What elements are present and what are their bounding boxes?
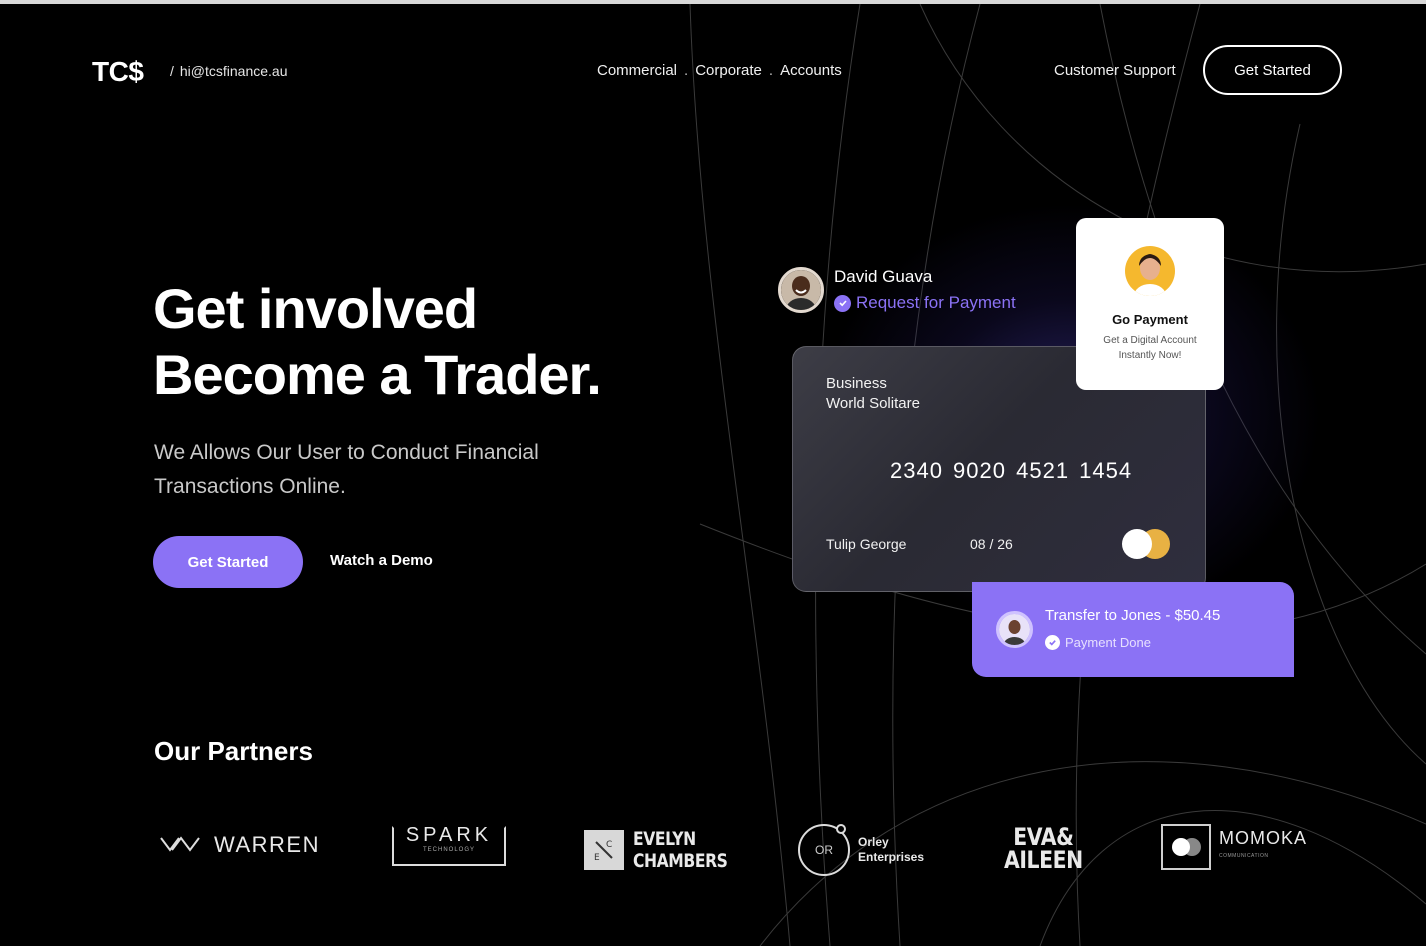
- card-type-line2: World Solitare: [826, 395, 920, 412]
- avatar: [778, 267, 824, 313]
- orley-ring-icon: OR: [798, 824, 850, 876]
- avatar: [996, 611, 1033, 648]
- contact-email[interactable]: / hi@tcsfinance.au: [170, 63, 288, 79]
- partner-warren-logo[interactable]: WARREN: [160, 832, 320, 858]
- partner-evelyn-line2: CHAMBERS: [633, 850, 728, 872]
- check-badge-icon: [1045, 635, 1060, 650]
- nav-accounts[interactable]: Accounts: [780, 62, 842, 79]
- momoka-toggle-icon: [1161, 824, 1211, 870]
- requester-name: David Guava: [834, 267, 933, 286]
- orley-badge-text: OR: [815, 843, 833, 857]
- card-expiry: 08 / 26: [970, 536, 1013, 552]
- partner-evelyn-name: EVELYN CHAMBERS: [633, 828, 728, 872]
- email-text[interactable]: hi@tcsfinance.au: [180, 63, 288, 79]
- warren-chevron-icon: [160, 836, 200, 852]
- go-payment-card[interactable]: Go Payment Get a Digital Account Instant…: [1076, 218, 1224, 390]
- card-network-logo-icon: [1122, 529, 1170, 559]
- check-badge-icon: [834, 294, 851, 312]
- partner-eva-line2: AILEEN: [1004, 846, 1083, 874]
- nav-commercial[interactable]: Commercial: [597, 62, 677, 79]
- partner-orley-line1: Orley: [858, 835, 889, 849]
- card-holder-name: Tulip George: [826, 536, 907, 552]
- hero-title: Get involved Become a Trader.: [153, 276, 602, 408]
- person-avatar-icon: [781, 270, 821, 310]
- logo[interactable]: TC$: [92, 56, 144, 88]
- partner-warren-name: WARREN: [214, 832, 320, 857]
- avatar: [1125, 246, 1175, 296]
- email-divider: /: [170, 63, 174, 79]
- nav-separator: .: [684, 62, 689, 79]
- transfer-title: Transfer to Jones - $50.45: [1045, 607, 1221, 624]
- person-avatar-icon: [999, 614, 1030, 645]
- card-number: 2340 9020 4521 1454: [890, 458, 1133, 483]
- partner-spark-name: SPARK: [401, 825, 497, 845]
- nav-corporate[interactable]: Corporate: [695, 62, 762, 79]
- main-nav: Commercial . Corporate . Accounts: [597, 62, 842, 79]
- card-type: Business World Solitare: [826, 374, 920, 414]
- partner-eva-aileen-logo[interactable]: EVA& AILEEN: [1004, 825, 1083, 874]
- payment-request-text: David Guava Request for Payment: [834, 267, 1016, 313]
- go-payment-description: Get a Digital Account Instantly Now!: [1103, 335, 1197, 361]
- hero-title-line1: Get involved: [153, 277, 478, 340]
- go-payment-title: Go Payment: [1112, 312, 1188, 327]
- card-type-line1: Business: [826, 375, 887, 392]
- customer-support-link[interactable]: Customer Support: [1054, 62, 1176, 79]
- header-get-started-button[interactable]: Get Started: [1203, 45, 1342, 95]
- partner-evelyn-chambers-logo[interactable]: C E EVELYN CHAMBERS: [584, 828, 748, 872]
- partner-orley-logo[interactable]: OR Orley Enterprises: [798, 824, 924, 876]
- partner-momoka-name: MOMOKA COMMUNICATION: [1219, 829, 1307, 865]
- nav-separator: .: [768, 62, 774, 79]
- partners-title: Our Partners: [154, 736, 313, 766]
- hero-get-started-button[interactable]: Get Started: [153, 536, 303, 588]
- partner-orley-name: Orley Enterprises: [858, 835, 924, 865]
- hero-title-line2: Become a Trader.: [153, 343, 602, 406]
- partner-momoka-tagline: COMMUNICATION: [1219, 853, 1269, 859]
- watch-demo-link[interactable]: Watch a Demo: [330, 552, 433, 569]
- request-status: Request for Payment: [834, 293, 1016, 313]
- partner-orley-line2: Enterprises: [858, 850, 925, 864]
- partner-evelyn-line1: EVELYN: [633, 828, 696, 850]
- partner-spark-tagline: TECHNOLOGY: [422, 847, 475, 853]
- transfer-notification[interactable]: Transfer to Jones - $50.45 Payment Done: [972, 582, 1294, 677]
- landing-page: TC$ / hi@tcsfinance.au Commercial . Corpo…: [0, 4, 1426, 946]
- payment-request: David Guava Request for Payment: [778, 267, 1016, 313]
- request-status-label: Request for Payment: [856, 293, 1016, 312]
- hero-subtitle: We Allows Our User to Conduct Financial …: [154, 441, 539, 498]
- svg-text:C: C: [606, 840, 612, 850]
- svg-text:E: E: [594, 853, 600, 863]
- partner-spark-logo[interactable]: SPARK TECHNOLOGY: [392, 825, 506, 866]
- person-avatar-icon: [1125, 246, 1175, 296]
- partner-momoka-logo[interactable]: MOMOKA COMMUNICATION: [1161, 824, 1307, 870]
- transfer-status-label: Payment Done: [1065, 635, 1151, 650]
- evelyn-monogram-icon: C E: [584, 830, 624, 870]
- partner-momoka-title: MOMOKA: [1219, 828, 1308, 848]
- transfer-status: Payment Done: [1045, 635, 1151, 650]
